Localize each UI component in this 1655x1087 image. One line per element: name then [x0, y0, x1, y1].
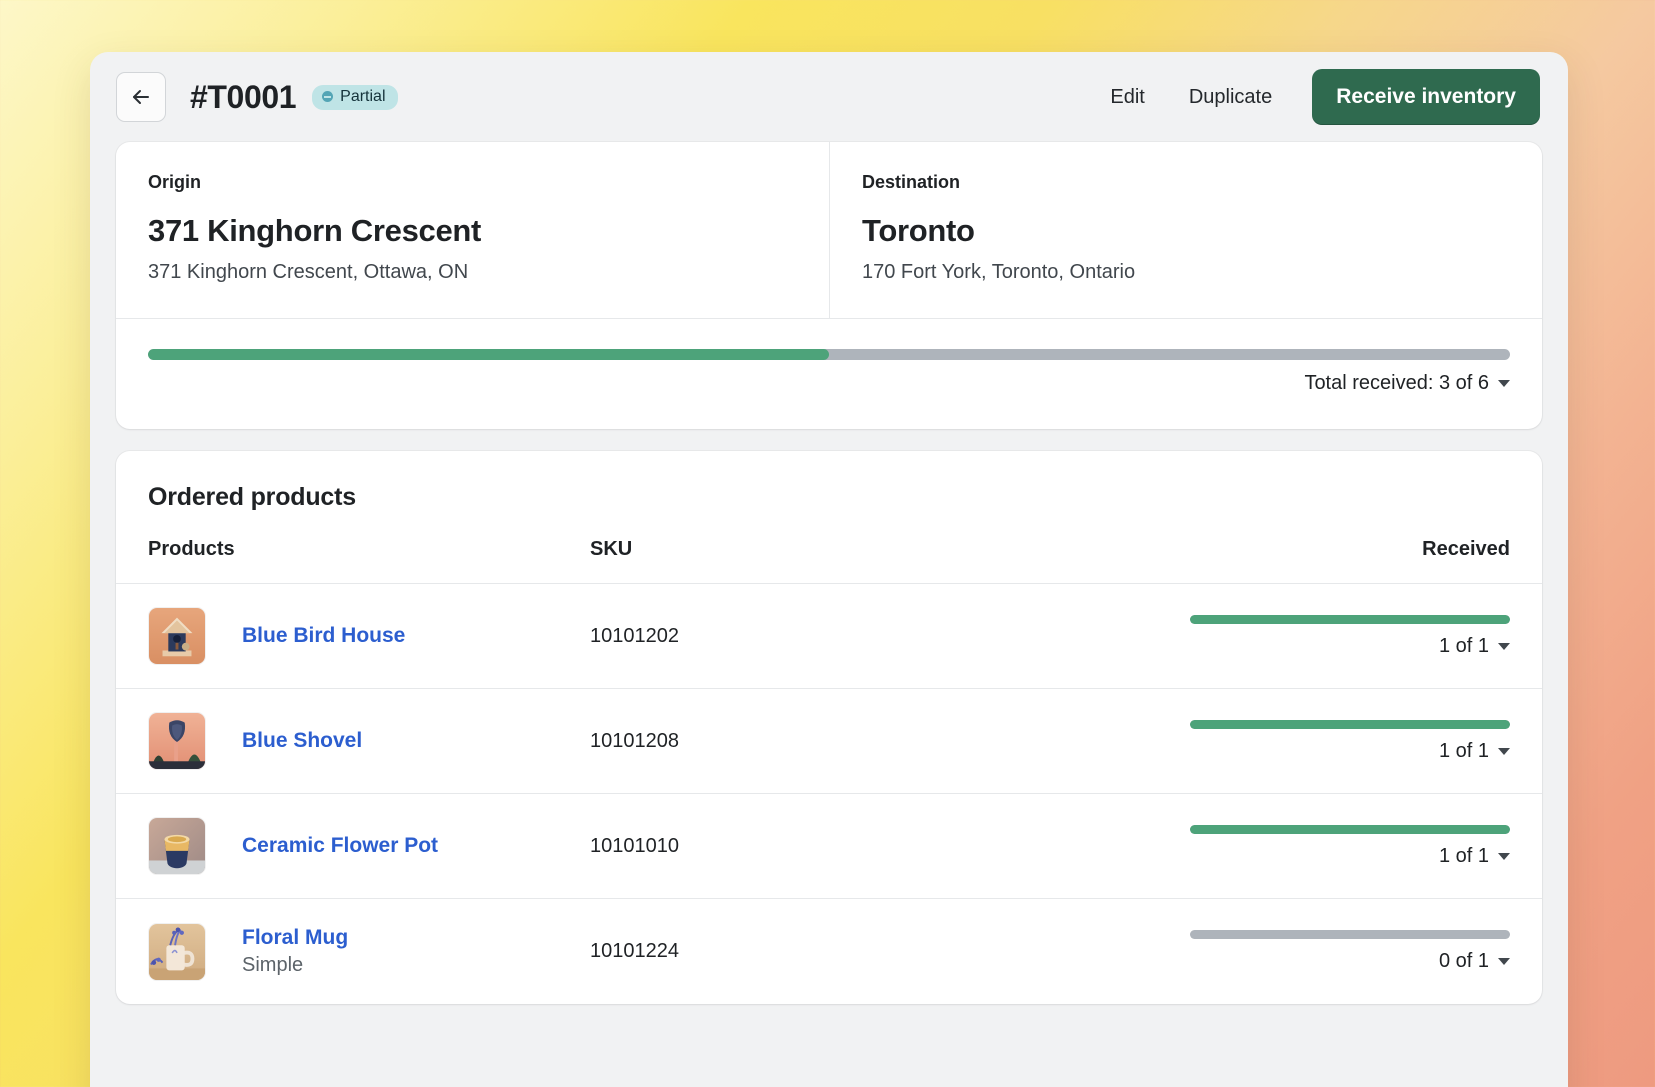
row-received-row[interactable]: 1 of 1	[1190, 635, 1510, 658]
chevron-down-icon[interactable]	[1498, 380, 1510, 387]
destination-block: Destination Toronto 170 Fort York, Toron…	[829, 142, 1542, 318]
product-variant: Simple	[242, 954, 304, 976]
chevron-down-icon[interactable]	[1498, 747, 1510, 755]
locations-row: Origin 371 Kinghorn Crescent 371 Kinghor…	[116, 142, 1542, 319]
chevron-down-icon[interactable]	[1498, 642, 1510, 650]
row-progress-fill	[1190, 719, 1510, 729]
row-received-label: 1 of 1	[1438, 739, 1489, 762]
column-header-sku: SKU	[590, 538, 633, 560]
chevron-down-icon[interactable]	[1498, 958, 1510, 965]
row-progress-fill	[1190, 614, 1510, 624]
row-progress-bar	[1190, 930, 1510, 939]
product-names: Floral Mug Simple	[242, 926, 348, 977]
chevron-down-icon[interactable]	[1498, 852, 1510, 860]
title-group: #T0001 Partial	[190, 79, 398, 116]
row-progress-fill	[1190, 824, 1510, 834]
product-cell: Blue Shovel	[148, 712, 590, 770]
product-link[interactable]: Floral Mug	[242, 926, 348, 950]
table-header-row: Products SKU Received	[116, 538, 1542, 584]
back-button[interactable]	[116, 72, 166, 122]
row-progress-bar	[1190, 719, 1510, 729]
destination-label: Destination	[862, 172, 961, 192]
bird-house-thumbnail	[148, 607, 206, 665]
header-actions: Edit Duplicate Receive inventory	[1092, 69, 1540, 125]
column-header-received: Received	[1422, 538, 1510, 560]
row-received-label: 1 of 1	[1438, 844, 1489, 867]
total-received-row[interactable]: Total received: 3 of 6	[148, 372, 1510, 395]
flower-pot-thumbnail	[148, 817, 206, 875]
edit-button[interactable]: Edit	[1092, 76, 1162, 119]
column-header-products: Products	[148, 538, 235, 560]
received-cell: 1 of 1	[1190, 719, 1510, 763]
row-progress-bar	[1190, 824, 1510, 834]
total-progress-bar	[148, 349, 1510, 360]
page-header: #T0001 Partial Edit Duplicate Receive in…	[90, 52, 1568, 142]
shovel-thumbnail	[148, 712, 206, 770]
status-badge: Partial	[312, 84, 398, 110]
ordered-products-title: Ordered products	[148, 483, 356, 511]
table-body: Blue Bird House 10101202 1 of 1 Blue Shove…	[116, 584, 1542, 1004]
received-cell: 1 of 1	[1190, 614, 1510, 658]
received-cell: 1 of 1	[1190, 824, 1510, 868]
table-row: Blue Bird House 10101202 1 of 1	[116, 584, 1542, 689]
row-received-label: 0 of 1	[1438, 950, 1489, 972]
transfer-summary-panel: Origin 371 Kinghorn Crescent 371 Kinghor…	[116, 142, 1542, 429]
sku-cell: 10101208	[590, 729, 679, 752]
table-row: Floral Mug Simple 10101224 0 of 1	[116, 899, 1542, 1004]
product-cell: Ceramic Flower Pot	[148, 817, 590, 875]
destination-address: 170 Fort York, Toronto, Ontario	[862, 261, 1136, 283]
origin-block: Origin 371 Kinghorn Crescent 371 Kinghor…	[116, 142, 829, 318]
product-names: Blue Bird House	[242, 624, 405, 648]
status-badge-label: Partial	[340, 87, 386, 105]
row-received-row[interactable]: 1 of 1	[1190, 740, 1510, 763]
receive-inventory-button[interactable]: Receive inventory	[1312, 69, 1540, 125]
total-received-label: Total received: 3 of 6	[1304, 372, 1489, 394]
destination-name: Toronto	[862, 213, 975, 248]
total-progress-fill	[148, 349, 829, 360]
ordered-products-panel: Ordered products Products SKU Received B…	[116, 451, 1542, 1004]
sku-cell: 10101202	[590, 624, 679, 647]
total-progress-block: Total received: 3 of 6	[116, 319, 1542, 429]
received-cell: 0 of 1	[1190, 930, 1510, 973]
row-progress-bar	[1190, 614, 1510, 624]
sku-cell: 10101010	[590, 834, 679, 857]
product-link[interactable]: Blue Bird House	[242, 624, 405, 648]
sku-cell: 10101224	[590, 940, 679, 962]
row-received-label: 1 of 1	[1438, 634, 1489, 657]
origin-label: Origin	[148, 172, 201, 192]
arrow-left-icon	[129, 85, 153, 109]
origin-address: 371 Kinghorn Crescent, Ottawa, ON	[148, 261, 469, 283]
product-names: Ceramic Flower Pot	[242, 834, 438, 858]
table-row: Blue Shovel 10101208 1 of 1	[116, 689, 1542, 794]
transfer-detail-card: #T0001 Partial Edit Duplicate Receive in…	[90, 52, 1568, 1087]
row-received-row[interactable]: 1 of 1	[1190, 845, 1510, 868]
duplicate-button[interactable]: Duplicate	[1171, 76, 1290, 119]
ordered-products-table: Products SKU Received Blue Bird House 101…	[116, 538, 1542, 1004]
product-names: Blue Shovel	[242, 729, 362, 753]
product-link[interactable]: Ceramic Flower Pot	[242, 834, 438, 858]
floral-mug-thumbnail	[148, 922, 206, 981]
row-received-row[interactable]: 0 of 1	[1190, 950, 1510, 973]
product-cell: Blue Bird House	[148, 607, 590, 665]
partial-status-icon	[322, 91, 334, 102]
product-cell: Floral Mug Simple	[148, 922, 590, 981]
origin-name: 371 Kinghorn Crescent	[148, 213, 482, 248]
page-title: #T0001	[190, 78, 297, 115]
table-row: Ceramic Flower Pot 10101010 1 of 1	[116, 794, 1542, 899]
product-link[interactable]: Blue Shovel	[242, 729, 362, 753]
